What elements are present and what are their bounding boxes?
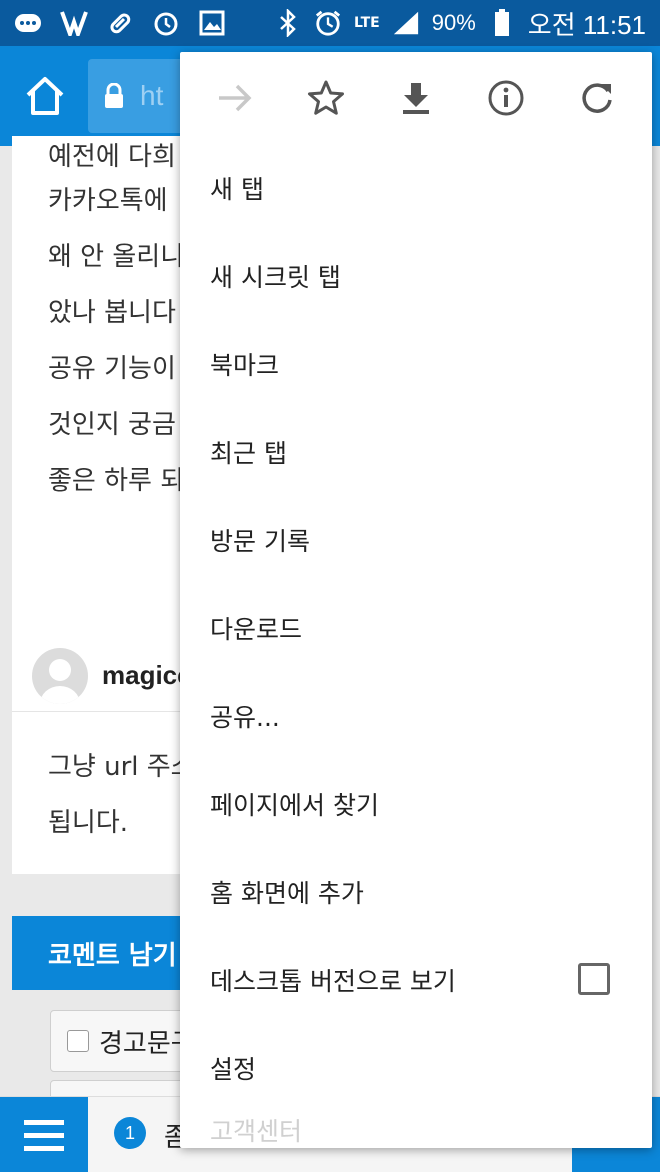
menu-item-downloads[interactable]: 다운로드 [180,584,652,672]
pill-icon [106,9,134,37]
network-type: LTE [354,15,380,31]
star-icon[interactable] [304,76,348,120]
battery-icon [488,9,516,37]
menu-item-label: 공유... [210,703,280,732]
alarm-icon [152,9,180,37]
menu-item-label: 새 탭 [210,175,264,204]
info-icon[interactable] [484,76,528,120]
alarm-clock-icon [314,9,342,37]
menu-item-history[interactable]: 방문 기록 [180,496,652,584]
comment-section-title: 코멘트 남기 [48,940,177,971]
menu-item-label: 최근 탭 [210,439,287,468]
menu-item-label: 홈 화면에 추가 [210,879,364,908]
menu-item-find-in-page[interactable]: 페이지에서 찾기 [180,760,652,848]
vpn-icon [60,9,88,37]
avatar[interactable] [32,648,88,704]
menu-item-desktop-site[interactable]: 데스크톱 버전으로 보기 [180,936,652,1024]
menu-item-label: 새 시크릿 탭 [210,263,341,292]
post-line: 왜 안 올리니 [48,242,185,272]
forward-icon[interactable] [213,76,257,120]
comment-username[interactable]: magicc [102,660,192,691]
status-bar: LTE 90% 오전 11:51 [0,0,660,46]
comment-line: 그냥 url 주소 [48,752,195,782]
url-text: ht [140,80,164,111]
menu-item-bookmarks[interactable]: 북마크 [180,320,652,408]
menu-item-label: 고객센터 [210,1117,303,1146]
image-icon [198,9,226,37]
post-line: 좋은 하루 되 [48,466,185,496]
browser-overflow-menu: 새 탭 새 시크릿 탭 북마크 최근 탭 방문 기록 다운로드 공유... 페이… [180,52,652,1148]
menu-item-new-incognito-tab[interactable]: 새 시크릿 탭 [180,232,652,320]
bluetooth-icon [274,9,302,37]
menu-item-help[interactable]: 고객센터 [180,1112,652,1148]
lock-icon [104,82,124,109]
clock: 오전 11:51 [527,9,646,40]
warning-checkbox[interactable] [67,1030,89,1052]
download-icon[interactable] [394,76,438,120]
count-badge: 1 [114,1117,146,1149]
menu-item-label: 페이지에서 찾기 [210,791,379,820]
home-icon[interactable] [22,73,68,119]
hamburger-icon [24,1120,64,1151]
post-line: 것인지 궁금 [48,410,176,440]
menu-item-recent-tabs[interactable]: 최근 탭 [180,408,652,496]
menu-icon-row [180,52,652,144]
signal-icon [392,9,420,37]
menu-item-share[interactable]: 공유... [180,672,652,760]
menu-item-label: 방문 기록 [210,527,310,556]
comment-line: 됩니다. [48,808,129,838]
post-line: 공유 기능이 [48,354,176,384]
menu-item-new-tab[interactable]: 새 탭 [180,144,652,232]
message-icon [14,9,42,37]
menu-item-label: 다운로드 [210,615,303,644]
menu-item-label: 북마크 [210,351,280,380]
battery-percent: 90% [431,10,476,35]
menu-item-label: 설정 [210,1055,257,1084]
menu-item-label: 데스크톱 버전으로 보기 [210,967,456,996]
post-line: 카카오톡에 [48,186,168,216]
refresh-icon[interactable] [575,76,619,120]
menu-item-add-to-home[interactable]: 홈 화면에 추가 [180,848,652,936]
post-line: 예전에 다희 [48,142,176,172]
menu-item-settings[interactable]: 설정 [180,1024,652,1112]
desktop-site-checkbox[interactable] [578,963,610,995]
hamburger-menu-button[interactable] [0,1097,88,1172]
post-line: 았나 봅니다 [48,298,176,328]
